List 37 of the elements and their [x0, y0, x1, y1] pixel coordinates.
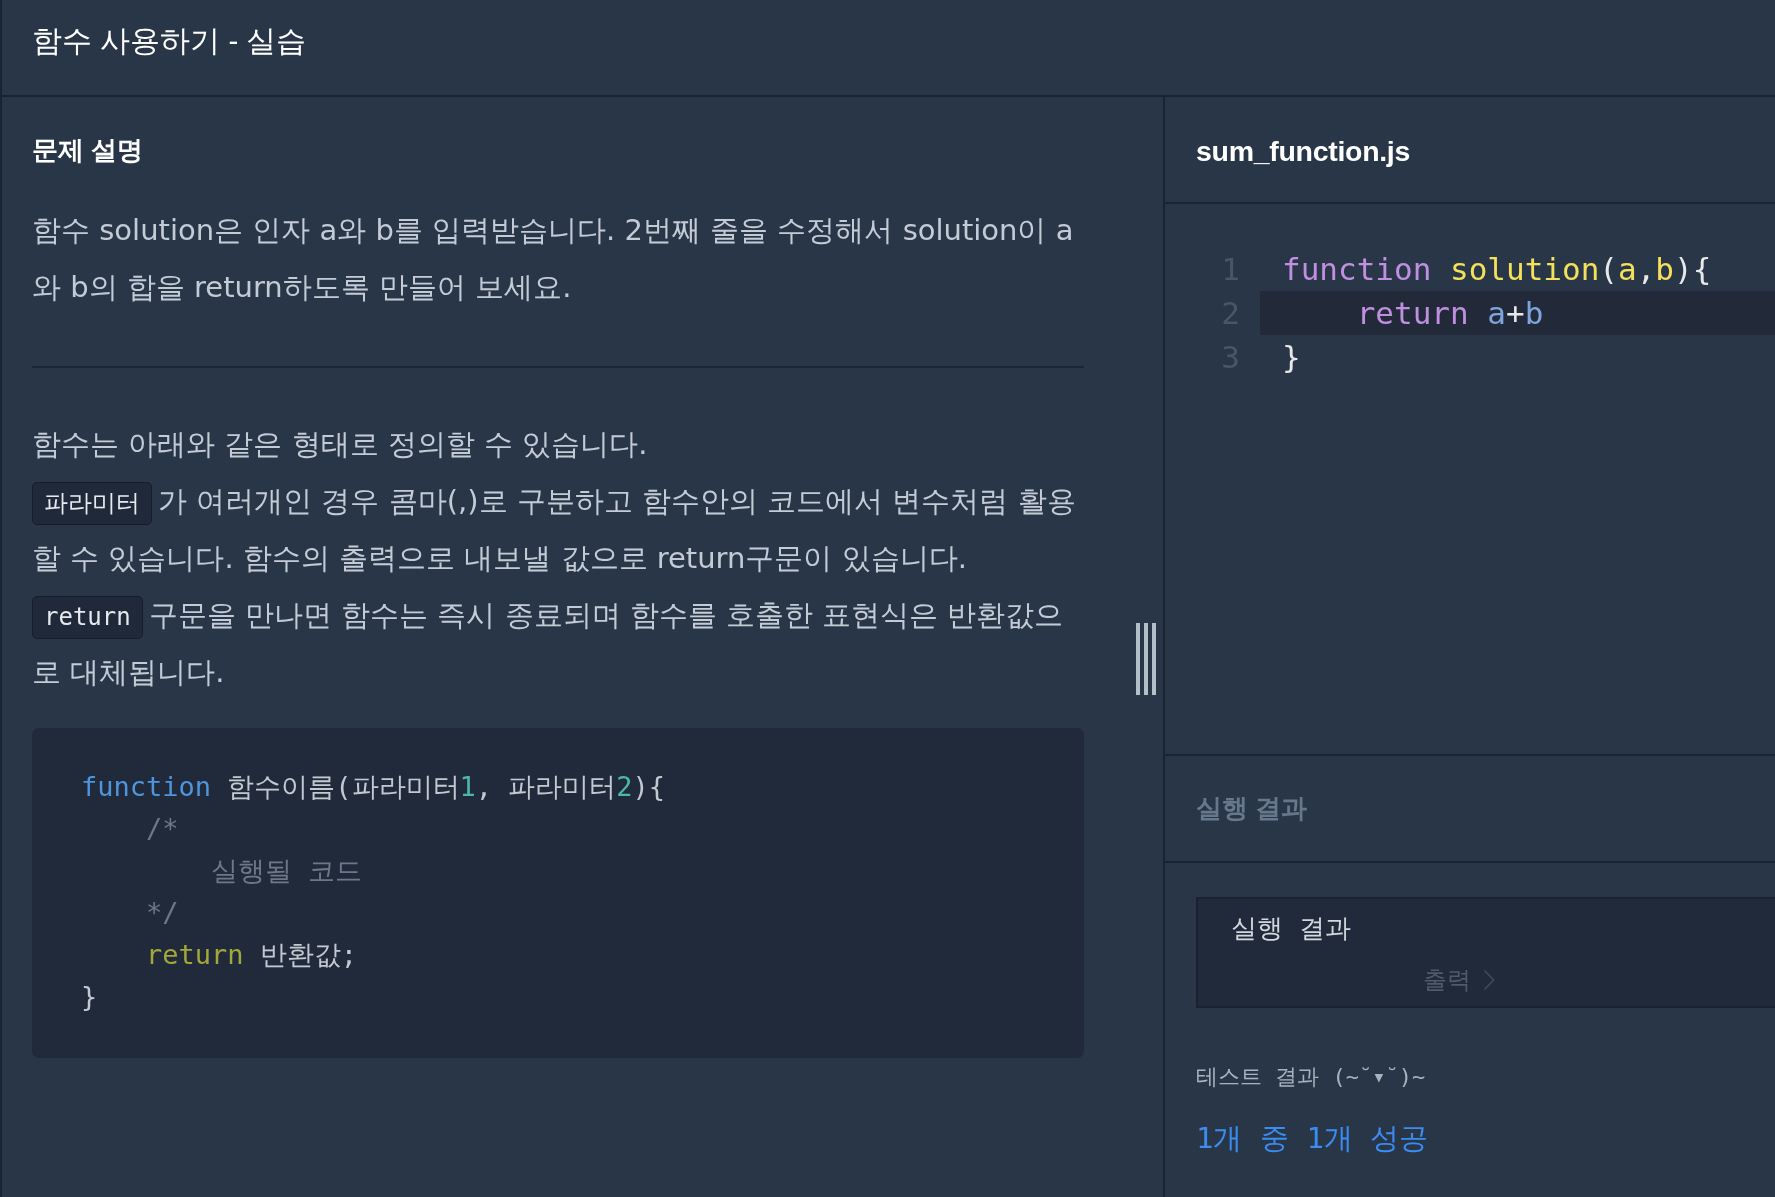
- code-token: }: [1282, 339, 1301, 375]
- code-token: 2: [616, 771, 633, 802]
- test-result-heading: 테스트 결과 (~˘▾˘)~: [1196, 1063, 1426, 1091]
- section-heading: 문제 설명: [32, 135, 144, 166]
- code-token: function: [81, 771, 212, 802]
- code-token: a: [1617, 251, 1637, 287]
- code-token: ){: [632, 771, 666, 802]
- paragraph-text: 함수는 아래와 같은 형태로 정의할 수 있습니다.: [32, 427, 648, 461]
- code-token: +: [1506, 295, 1525, 331]
- file-name: sum_function.js: [1196, 135, 1411, 168]
- code-token: a: [1487, 295, 1506, 331]
- chevron-right-icon: [1483, 969, 1495, 991]
- code-token: b: [1655, 251, 1674, 287]
- code-token: return: [1355, 295, 1470, 331]
- paragraph-text: 함수 solution은 인자 a와 b를 입력받습니다. 2번째 줄을 수정해서 solution이 a와 b의 합을 return하도록 만들어 보세요.: [32, 212, 1075, 306]
- inline-code: 파라미터: [32, 481, 152, 525]
- code-token: */: [145, 897, 179, 928]
- code-token: 반환값;: [258, 939, 358, 970]
- code-token: ,: [1636, 251, 1656, 287]
- code-token: ){: [1674, 251, 1712, 287]
- console-title: 실행 결과: [1231, 912, 1351, 945]
- code-token: solution: [1450, 251, 1600, 287]
- code-token: /*: [145, 813, 179, 844]
- section-heading: 실행 결과: [1196, 793, 1308, 824]
- page-title: 함수 사용하기 - 실습: [32, 23, 307, 59]
- code-token: (: [1599, 251, 1618, 287]
- drag-handle-icon[interactable]: [1136, 623, 1156, 695]
- code-token: 함수이름(파라미터: [226, 771, 460, 802]
- code-token: }: [81, 981, 98, 1012]
- code-token: b: [1524, 295, 1544, 331]
- code-token: 1: [459, 771, 476, 802]
- code-token: return: [145, 939, 244, 970]
- test-summary: 1개 중 1개 성공: [1196, 1120, 1429, 1157]
- inline-code: return: [32, 595, 143, 639]
- code-token: function: [1282, 251, 1433, 287]
- code-token: , 파라미터: [475, 771, 617, 802]
- code-token: 실행될 코드: [210, 855, 363, 886]
